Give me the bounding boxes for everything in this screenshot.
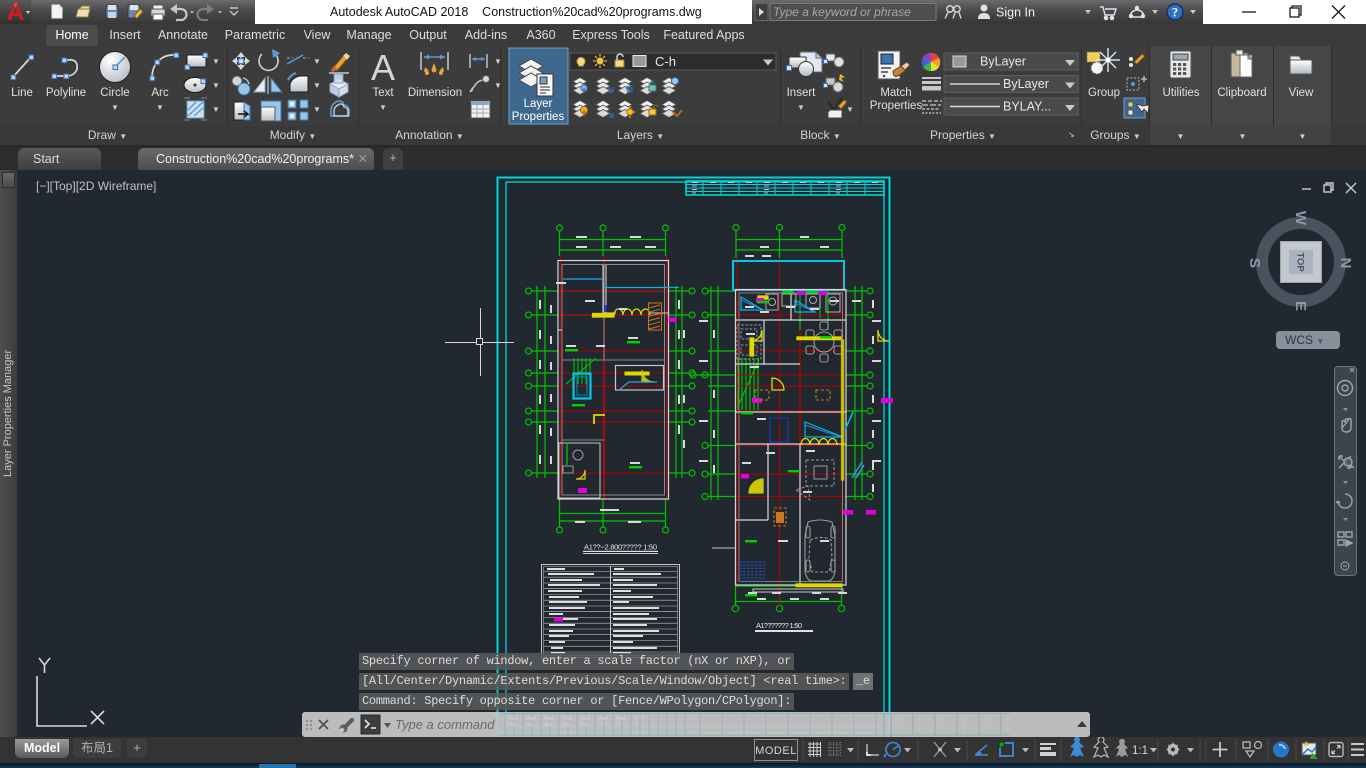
svg-text:?: ? — [1172, 5, 1179, 20]
svg-text:C-h: C-h — [655, 54, 676, 69]
svg-text:N: N — [1337, 258, 1354, 269]
svg-text:ByLayer: ByLayer — [1003, 77, 1049, 91]
svg-text:1:1: 1:1 — [1132, 745, 1148, 757]
svg-text:W: W — [1292, 211, 1309, 226]
svg-text:A1??????? 1:50: A1??????? 1:50 — [756, 621, 802, 630]
svg-text:Sign In: Sign In — [996, 6, 1035, 20]
svg-text:S: S — [1248, 258, 1263, 268]
svg-text:TOP: TOP — [1295, 252, 1306, 272]
svg-text:Type a keyword or phrase: Type a keyword or phrase — [773, 5, 911, 19]
svg-text:E: E — [1292, 301, 1309, 311]
svg-text:Type a command: Type a command — [395, 717, 495, 732]
svg-text:A1??−2.800????? 1:50: A1??−2.800????? 1:50 — [584, 543, 657, 552]
svg-text:ByLayer: ByLayer — [980, 55, 1026, 69]
svg-text:BYLAY...: BYLAY... — [1003, 100, 1051, 114]
svg-text:A: A — [371, 47, 395, 88]
